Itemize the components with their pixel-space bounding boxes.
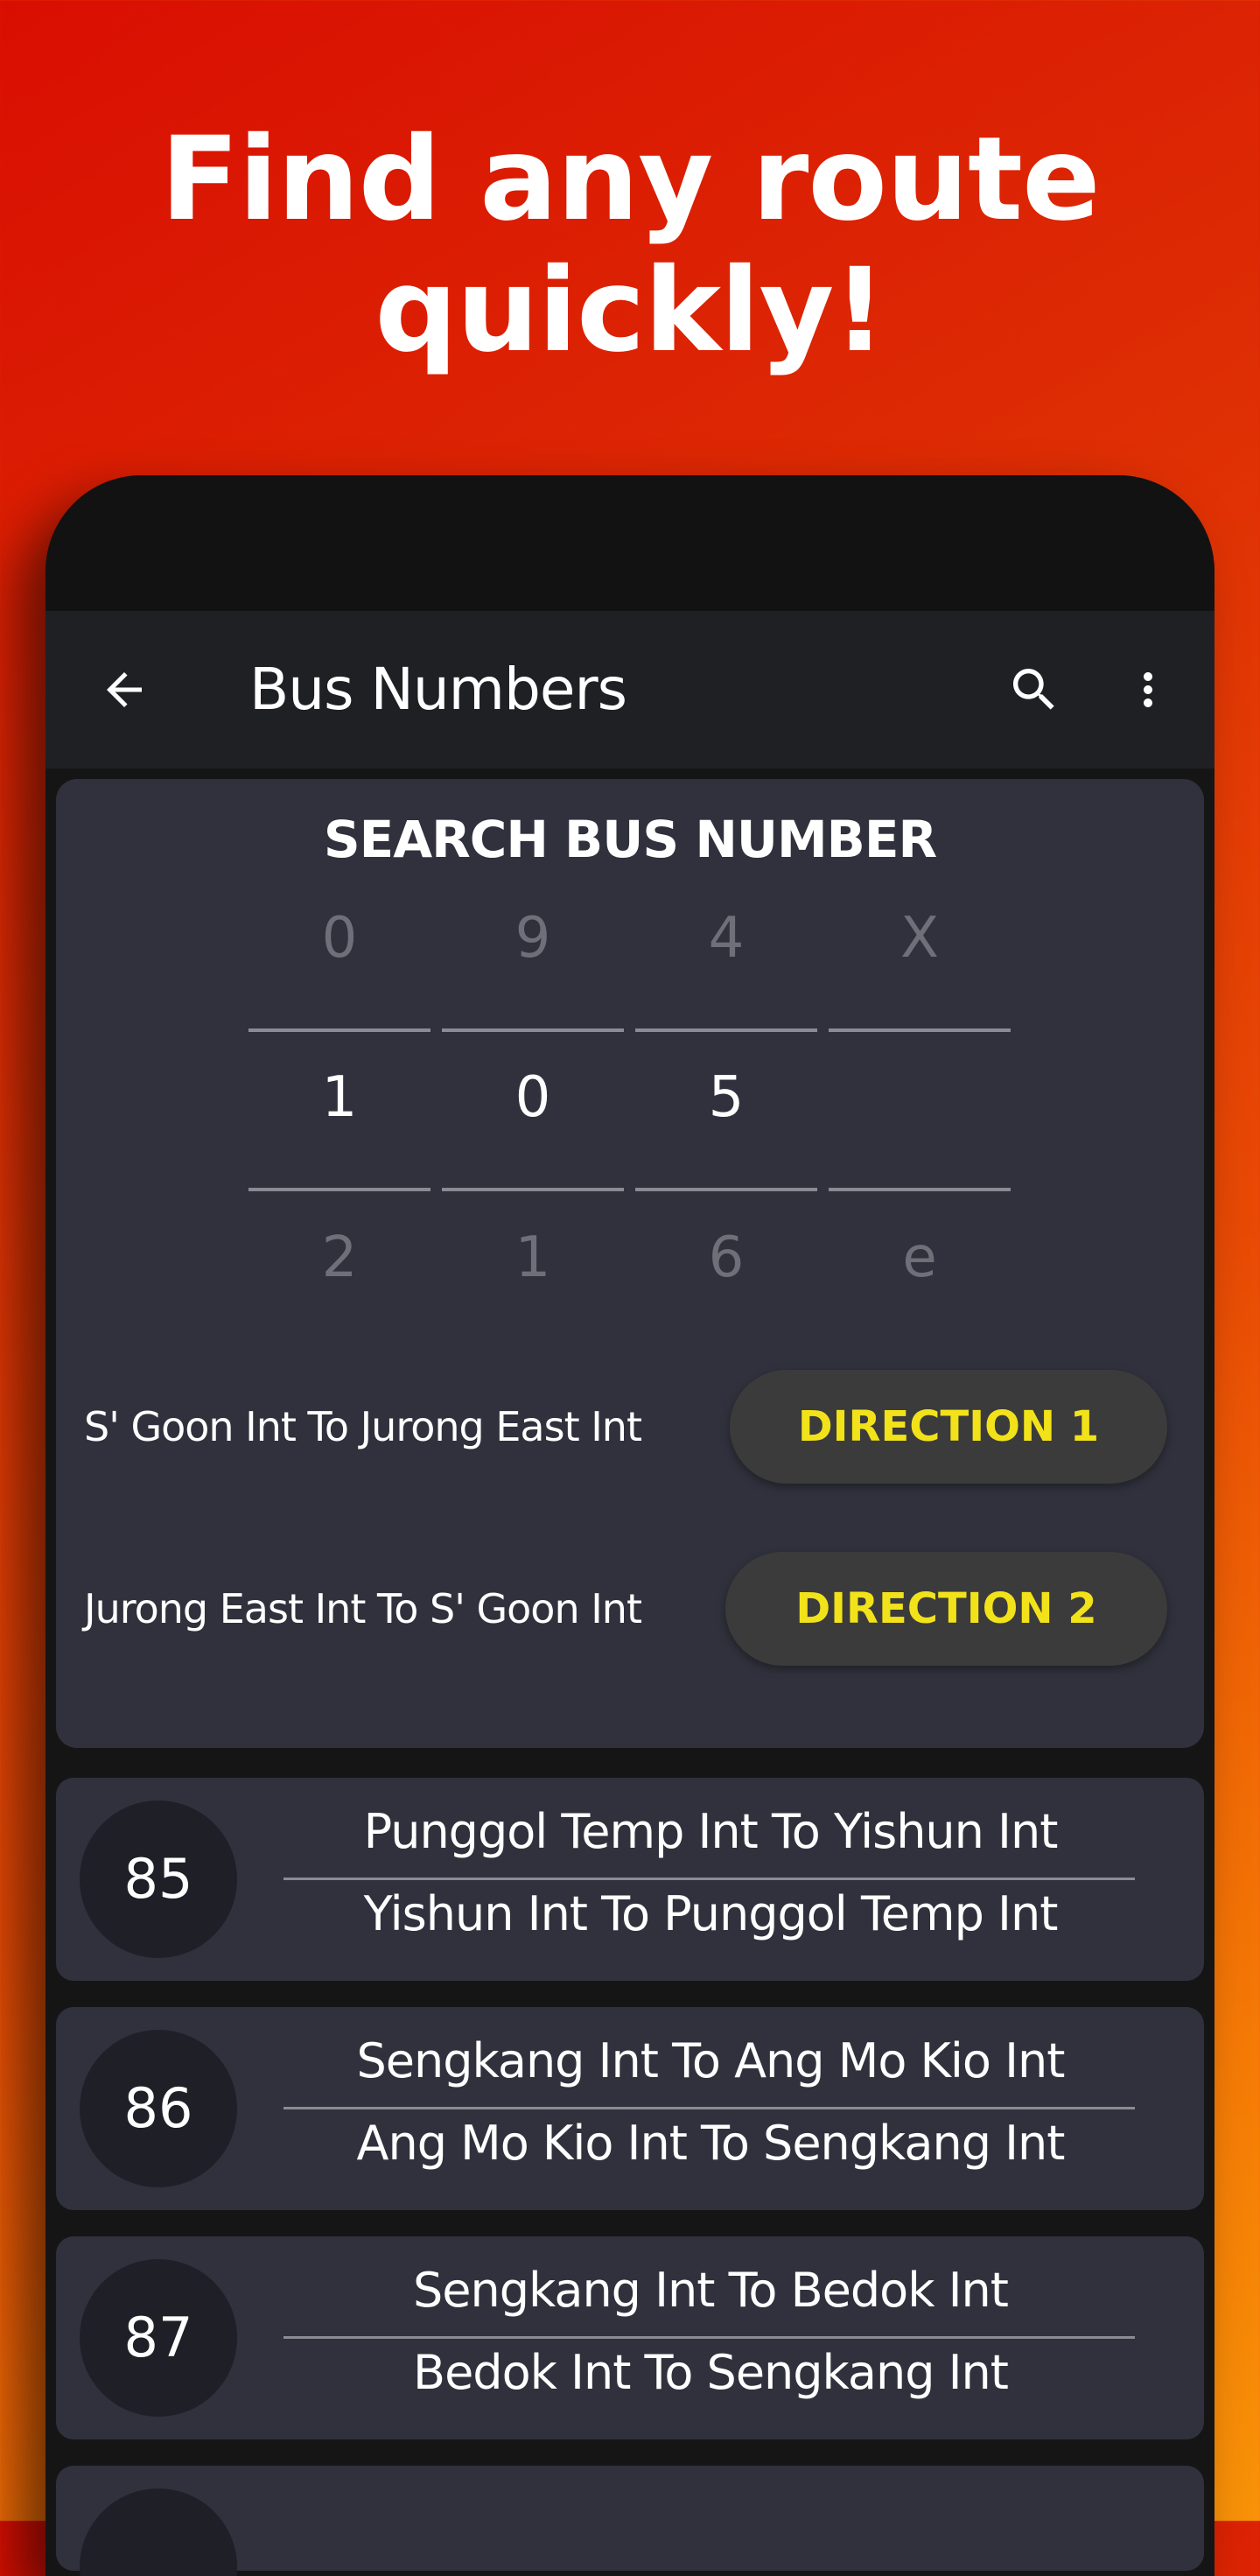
- bus-number-badge: 86: [80, 2030, 237, 2187]
- picker-divider: [248, 1188, 430, 1191]
- promo-headline: Find any route quickly!: [0, 114, 1260, 376]
- direction-row-1: S' Goon Int To Jurong East Int DIRECTION…: [56, 1370, 1204, 1484]
- picker-prev-value[interactable]: X: [829, 906, 1011, 971]
- picker-selected-value[interactable]: 1: [248, 1065, 430, 1130]
- arrow-left-icon: [107, 672, 142, 707]
- search-icon: [1013, 669, 1054, 710]
- phone-frame: Bus Numbers SEARCH BUS NUMBER 0 1 2 9 0 …: [46, 475, 1214, 2576]
- picker-prev-value[interactable]: 0: [248, 906, 430, 971]
- bus-number-badge: 85: [80, 1800, 237, 1958]
- route-forward: Sengkang Int To Bedok Int: [413, 2263, 1009, 2318]
- more-vertical-icon: [1144, 672, 1152, 707]
- route-card[interactable]: 87 Sengkang Int To Bedok Int Bedok Int T…: [56, 2236, 1204, 2439]
- route-reverse: Yishun Int To Punggol Temp Int: [363, 1886, 1059, 1941]
- route-reverse: Bedok Int To Sengkang Int: [413, 2345, 1009, 2400]
- route-reverse: Ang Mo Kio Int To Sengkang Int: [356, 2116, 1066, 2171]
- direction-row-2: Jurong East Int To S' Goon Int DIRECTION…: [56, 1552, 1204, 1666]
- picker-prev-value[interactable]: 9: [442, 906, 624, 971]
- route-forward: Sengkang Int To Ang Mo Kio Int: [356, 2033, 1066, 2088]
- digit-picker-3[interactable]: 4 5 6: [635, 906, 817, 1300]
- back-button[interactable]: [89, 655, 159, 725]
- route-card[interactable]: 85 Punggol Temp Int To Yishun Int Yishun…: [56, 1778, 1204, 1981]
- picker-next-value[interactable]: e: [829, 1225, 1011, 1290]
- picker-next-value[interactable]: 1: [442, 1225, 624, 1290]
- promo-headline-line1: Find any route: [160, 112, 1100, 247]
- picker-selected-value[interactable]: 5: [635, 1065, 817, 1130]
- route-card[interactable]: 86 Sengkang Int To Ang Mo Kio Int Ang Mo…: [56, 2007, 1204, 2210]
- search-button[interactable]: [999, 655, 1069, 725]
- app-bar: Bus Numbers: [46, 611, 1214, 769]
- promo-headline-line2: quickly!: [374, 243, 886, 378]
- picker-divider: [829, 1028, 1011, 1032]
- bus-number-badge: [80, 2488, 237, 2576]
- picker-next-value[interactable]: 6: [635, 1225, 817, 1290]
- search-title: SEARCH BUS NUMBER: [323, 810, 937, 869]
- direction-2-label: Jurong East Int To S' Goon Int: [84, 1585, 642, 1632]
- picker-divider: [442, 1028, 624, 1032]
- bus-number-badge: 87: [80, 2259, 237, 2417]
- digit-picker-1[interactable]: 0 1 2: [248, 906, 430, 1300]
- direction-1-label: S' Goon Int To Jurong East Int: [84, 1403, 642, 1450]
- search-card: SEARCH BUS NUMBER 0 1 2 9 0 1 4 5 6 X e …: [56, 779, 1204, 1748]
- route-divider: [284, 2336, 1135, 2339]
- page-title: Bus Numbers: [249, 656, 627, 723]
- picker-prev-value[interactable]: 4: [635, 906, 817, 971]
- picker-divider: [635, 1028, 817, 1032]
- picker-next-value[interactable]: 2: [248, 1225, 430, 1290]
- letter-picker[interactable]: X e: [829, 906, 1011, 1300]
- picker-divider: [635, 1188, 817, 1191]
- route-divider: [284, 2107, 1135, 2109]
- route-forward: Punggol Temp Int To Yishun Int: [363, 1804, 1059, 1859]
- route-divider: [284, 1878, 1135, 1880]
- direction-1-button[interactable]: DIRECTION 1: [730, 1370, 1167, 1484]
- more-options-button[interactable]: [1122, 655, 1174, 725]
- picker-divider: [248, 1028, 430, 1032]
- picker-divider: [442, 1188, 624, 1191]
- route-card[interactable]: [56, 2466, 1204, 2576]
- digit-picker-2[interactable]: 9 0 1: [442, 906, 624, 1300]
- direction-2-button[interactable]: DIRECTION 2: [725, 1552, 1167, 1666]
- picker-selected-value[interactable]: 0: [442, 1065, 624, 1130]
- status-bar: [46, 475, 1214, 611]
- picker-divider: [829, 1188, 1011, 1191]
